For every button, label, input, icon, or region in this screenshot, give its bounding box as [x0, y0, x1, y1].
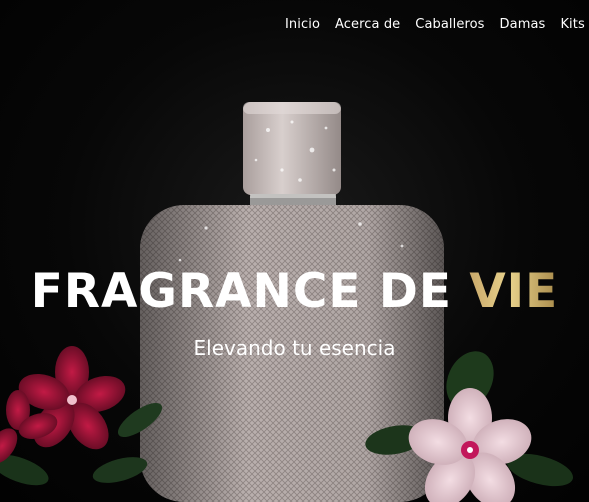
nav-link-acerca-de[interactable]: Acerca de: [335, 15, 400, 35]
hero-background-image: [0, 102, 574, 502]
nav-link-inicio[interactable]: Inicio: [285, 15, 320, 35]
nav-link-damas[interactable]: Damas: [500, 15, 546, 35]
hero-section: Inicio Acerca de Caballeros Damas Kits C…: [0, 0, 589, 502]
main-nav: Inicio Acerca de Caballeros Damas Kits C…: [285, 15, 589, 35]
hero-title-accent: VIE: [469, 264, 559, 319]
hero-title: FRAGRANCE DE VIE: [0, 262, 589, 322]
hero-title-main: FRAGRANCE DE: [30, 264, 470, 319]
nav-link-caballeros[interactable]: Caballeros: [415, 15, 484, 35]
hero-subtitle: Elevando tu esencia: [193, 336, 396, 360]
nav-link-kits[interactable]: Kits: [560, 15, 584, 35]
bottle-cap: [243, 102, 341, 195]
